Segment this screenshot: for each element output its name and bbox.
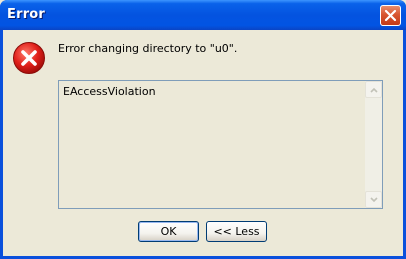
close-icon	[384, 9, 397, 22]
details-textbox[interactable]: EAccessViolation	[58, 80, 383, 209]
error-dialog-window: Error Error changing directory to "u0". …	[0, 0, 406, 259]
scroll-up-button[interactable]	[365, 81, 382, 98]
vertical-scrollbar[interactable]	[365, 81, 382, 208]
chevron-up-icon	[370, 87, 378, 93]
ok-button[interactable]: OK	[138, 221, 199, 242]
less-button[interactable]: << Less	[206, 221, 267, 242]
close-button[interactable]	[380, 5, 401, 26]
window-title: Error	[7, 7, 46, 22]
scroll-down-button[interactable]	[365, 191, 382, 208]
chevron-down-icon	[370, 197, 378, 203]
details-text: EAccessViolation	[63, 85, 156, 98]
title-bar[interactable]: Error	[0, 0, 406, 30]
error-icon	[13, 42, 45, 74]
dialog-body: Error changing directory to "u0". EAcces…	[3, 30, 403, 256]
error-message: Error changing directory to "u0".	[58, 42, 238, 55]
